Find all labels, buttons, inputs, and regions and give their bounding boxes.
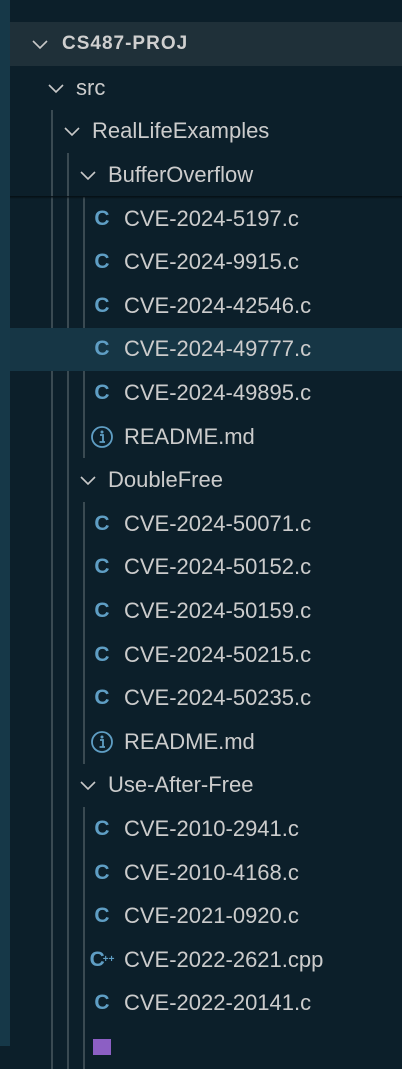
tree-item-label: README.md <box>124 728 255 754</box>
tree-file[interactable]: C CVE-2022-20141.c <box>10 982 402 1026</box>
tree-item-label: CVE-2024-42546.c <box>124 292 312 318</box>
sticky-scroll-shadow <box>10 196 402 199</box>
tree-file[interactable] <box>10 1025 402 1069</box>
tree-item-label: BufferOverflow <box>108 161 254 187</box>
tree-file[interactable]: C CVE-2024-50159.c <box>10 589 402 633</box>
c-file-icon: C <box>94 555 110 579</box>
chevron-down-icon <box>32 40 48 50</box>
tree-file[interactable]: C CVE-2010-2941.c <box>10 807 402 851</box>
c-file-icon: C <box>94 642 110 666</box>
cpp-file-icon: C ++ <box>89 947 115 971</box>
c-file-icon: C <box>94 904 110 928</box>
tree-file[interactable]: README.md <box>10 720 402 764</box>
chevron-down-icon <box>62 121 82 141</box>
tree-file[interactable]: C CVE-2010-4168.c <box>10 851 402 895</box>
tree-item-label: CVE-2024-50235.c <box>124 685 312 711</box>
c-file-icon: C <box>94 206 110 230</box>
tree-folder[interactable]: Use-After-Free <box>10 764 402 808</box>
tree-item-label: CVE-2024-50159.c <box>124 597 312 623</box>
c-file-icon: C <box>94 686 110 710</box>
root-folder-title: CS487-PROJ <box>62 33 189 54</box>
c-file-icon: C <box>94 816 110 840</box>
c-file-icon: C <box>94 293 110 317</box>
tree-item-label: Use-After-Free <box>108 772 254 798</box>
tree-item-label: CVE-2022-20141.c <box>124 990 312 1016</box>
c-file-icon: C <box>94 860 110 884</box>
chevron-down-icon <box>78 470 98 490</box>
tree-file[interactable]: C CVE-2024-49777.c <box>10 327 402 372</box>
c-file-icon: C <box>94 250 110 274</box>
info-icon <box>90 425 114 449</box>
chevron-down-icon <box>78 775 98 795</box>
c-file-icon: C <box>94 598 110 622</box>
tree-file[interactable]: C CVE-2021-0920.c <box>10 894 402 938</box>
tree-item-label: src <box>76 74 106 100</box>
chevron-down-icon <box>78 165 98 185</box>
c-file-icon: C <box>94 511 110 535</box>
tree-item-label: README.md <box>124 423 255 449</box>
tree-item-label: CVE-2024-49895.c <box>124 379 312 405</box>
tree-item-label: CVE-2024-49777.c <box>124 336 312 362</box>
tree-file[interactable]: C CVE-2024-42546.c <box>10 284 402 328</box>
c-file-icon: C <box>94 337 110 361</box>
tree-file[interactable]: C CVE-2024-50071.c <box>10 502 402 546</box>
tree-item-label: CVE-2024-50071.c <box>124 510 312 536</box>
file-icon <box>90 1038 114 1055</box>
tree-item-label: DoubleFree <box>108 467 223 493</box>
tree-folder[interactable]: DoubleFree <box>10 458 402 502</box>
tree-file[interactable]: C ++ CVE-2022-2621.cpp <box>10 938 402 982</box>
tree-file[interactable]: C CVE-2024-50215.c <box>10 633 402 677</box>
chevron-down-icon <box>46 78 66 98</box>
tree-file[interactable]: C CVE-2024-50152.c <box>10 546 402 590</box>
tree-file[interactable]: C CVE-2024-50235.c <box>10 676 402 720</box>
tree-item-label: CVE-2021-0920.c <box>124 903 299 929</box>
tree-file[interactable]: C CVE-2024-5197.c <box>10 197 402 241</box>
explorer-root-header[interactable]: CS487-PROJ <box>10 22 402 66</box>
info-icon <box>90 730 114 754</box>
c-file-icon: C <box>94 991 110 1015</box>
tree-item-label: CVE-2010-4168.c <box>124 859 299 885</box>
tree-item-label: CVE-2022-2621.cpp <box>124 946 324 972</box>
tree-folder[interactable]: RealLifeExamples <box>10 110 402 154</box>
tree-item-label: CVE-2010-2941.c <box>124 815 299 841</box>
tree-item-label: CVE-2024-5197.c <box>124 205 299 231</box>
tree-item-label: CVE-2024-50152.c <box>124 554 312 580</box>
tree-item-label: RealLifeExamples <box>92 118 270 144</box>
activity-bar-edge <box>0 0 10 1046</box>
tree-item-label: CVE-2024-50215.c <box>124 641 312 667</box>
c-file-icon: C <box>94 380 110 404</box>
tree-folder[interactable]: BufferOverflow <box>10 153 402 197</box>
tree-file[interactable]: C CVE-2024-49895.c <box>10 371 402 415</box>
tree-item-label: CVE-2024-9915.c <box>124 249 299 275</box>
tree-folder[interactable]: src <box>10 66 402 110</box>
tree-file[interactable]: README.md <box>10 415 402 459</box>
tree-file[interactable]: C CVE-2024-9915.c <box>10 240 402 284</box>
